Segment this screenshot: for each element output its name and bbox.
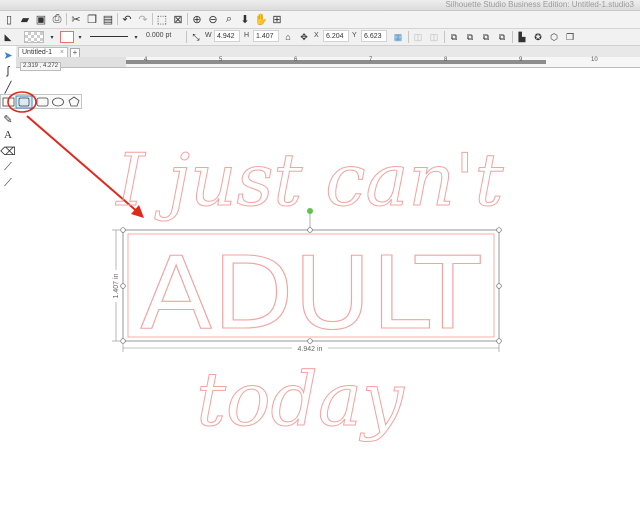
rounded-rect-tool-icon[interactable] [36, 97, 49, 107]
resize-handle[interactable] [120, 283, 126, 289]
design-canvas[interactable]: I just can't ADULT 4.942 in 1.407 in tod… [0, 0, 640, 516]
resize-handle[interactable] [120, 227, 126, 233]
resize-handle[interactable] [307, 227, 313, 233]
design-text-line3[interactable]: today [196, 357, 406, 444]
resize-handle[interactable] [496, 227, 502, 233]
design-text-adult[interactable]: ADULT [139, 234, 481, 352]
resize-handle[interactable] [496, 283, 502, 289]
ellipse-tool-icon[interactable] [52, 97, 64, 107]
resize-handle[interactable] [496, 338, 502, 344]
rotate-handle[interactable] [307, 208, 313, 214]
polygon-tool-icon[interactable] [68, 96, 80, 107]
height-dimension-label: 1.407 in [113, 273, 120, 298]
resize-handle[interactable] [120, 338, 126, 344]
width-dimension-label: 4.942 in [298, 346, 323, 353]
